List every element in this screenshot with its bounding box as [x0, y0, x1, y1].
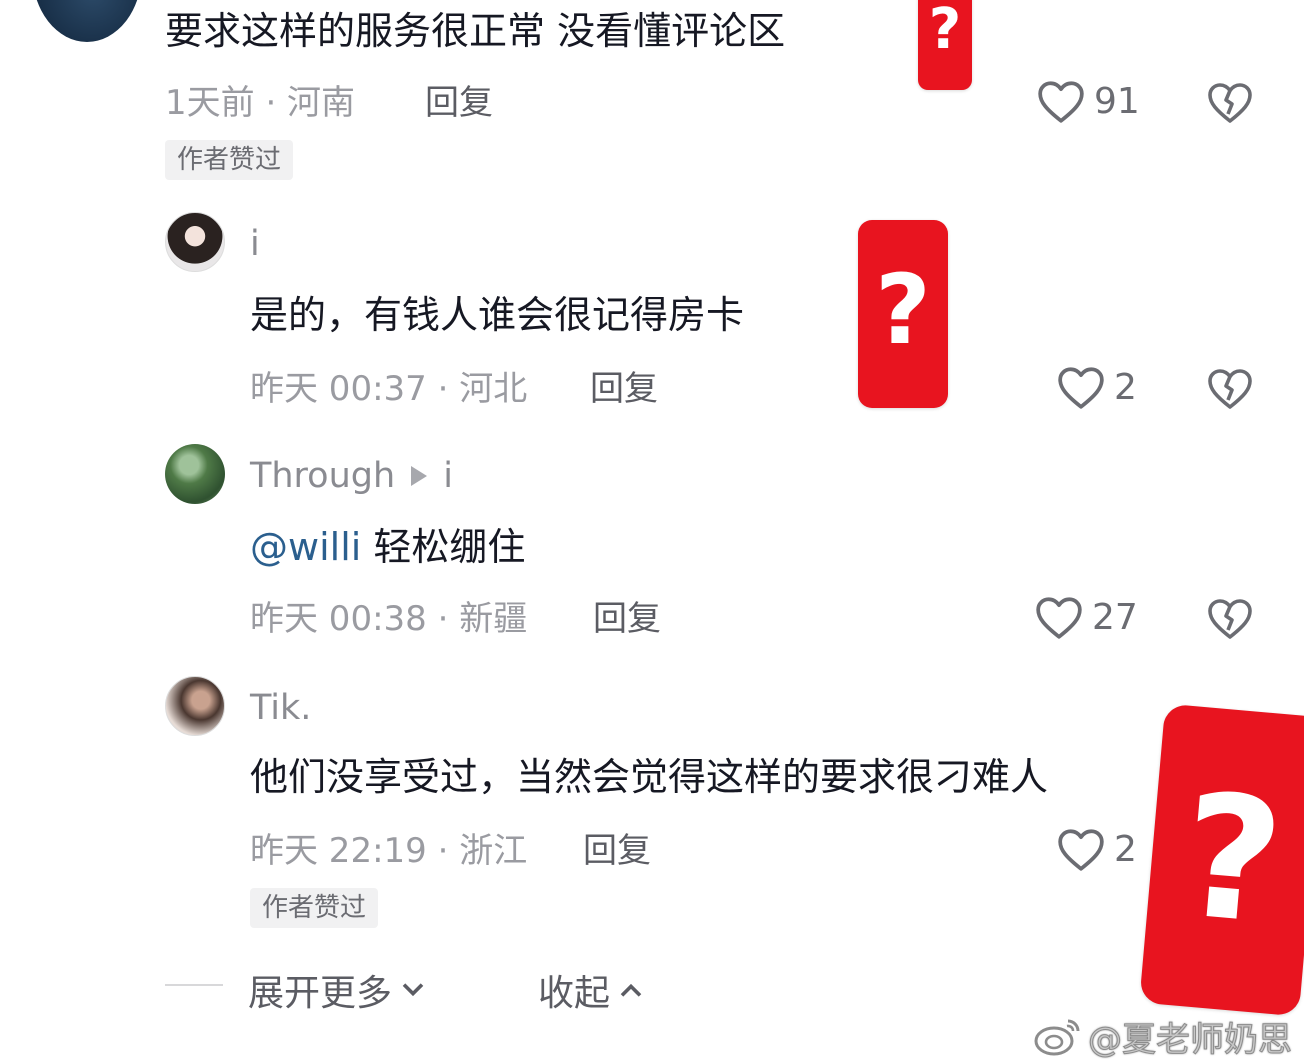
username[interactable]: Through — [250, 454, 395, 498]
heart-outline-icon — [1058, 829, 1104, 871]
dislike-button[interactable] — [1206, 80, 1254, 128]
like-button[interactable]: 91 — [1036, 78, 1140, 124]
like-count: 27 — [1092, 596, 1138, 638]
reply-button[interactable]: 回复 — [593, 598, 661, 640]
heart-outline-icon — [1036, 597, 1082, 639]
expand-more-button[interactable]: 展开更多 — [248, 964, 426, 1016]
dislike-button[interactable] — [1206, 596, 1254, 644]
question-mark-card: ? — [918, 0, 972, 90]
author-liked-badge: 作者赞过 — [165, 140, 294, 180]
question-mark-card: ? — [1139, 703, 1304, 1017]
comment-text: 他们没享受过，当然会觉得这样的要求很刁难人 — [250, 755, 1049, 799]
like-count: 91 — [1094, 80, 1140, 122]
like-count: 2 — [1114, 366, 1137, 408]
comment-meta: 昨天 00:38 · 新疆 — [250, 599, 528, 639]
avatar[interactable] — [165, 676, 225, 736]
like-button[interactable]: 2 — [1056, 364, 1137, 410]
avatar[interactable] — [32, 0, 142, 42]
comment-text: 是的，有钱人谁会很记得房卡 — [250, 293, 745, 337]
watermark-text: @夏老师奶思 — [1088, 1020, 1293, 1061]
broken-heart-icon — [1208, 599, 1252, 639]
author-liked-badge: 作者赞过 — [250, 888, 379, 928]
divider — [165, 984, 223, 986]
comment-meta: 昨天 00:37 · 河北 — [250, 369, 528, 409]
question-mark: ? — [875, 254, 931, 366]
comment-body: 轻松绷住 — [361, 525, 526, 569]
watermark: @夏老师奶思 — [1034, 1012, 1293, 1061]
reply-button[interactable]: 回复 — [425, 82, 493, 124]
reply-button[interactable]: 回复 — [583, 830, 651, 872]
weibo-logo-icon — [1034, 1019, 1080, 1055]
question-mark: ? — [1174, 757, 1290, 963]
question-mark: ? — [928, 0, 962, 62]
broken-heart-icon — [1208, 369, 1252, 409]
collapse-label: 收起 — [538, 973, 611, 1014]
heart-outline-icon — [1038, 81, 1084, 123]
comment-text: 要求这样的服务很正常 没看懂评论区 — [165, 9, 786, 53]
play-triangle-icon — [411, 466, 428, 486]
expand-more-label: 展开更多 — [248, 973, 393, 1014]
collapse-button[interactable]: 收起 — [538, 964, 644, 1016]
chevron-down-icon — [402, 983, 424, 997]
comment-meta: 昨天 22:19 · 浙江 — [250, 831, 528, 871]
username-row: Through i — [250, 454, 453, 498]
like-button[interactable]: 2 — [1056, 826, 1137, 872]
like-count: 2 — [1114, 828, 1137, 870]
broken-heart-icon — [1208, 83, 1252, 123]
comment-text: @willi 轻松绷住 — [250, 524, 525, 570]
dislike-button[interactable] — [1206, 366, 1254, 414]
heart-outline-icon — [1058, 367, 1104, 409]
question-mark-card: ? — [858, 220, 948, 408]
comment-meta: 1天前 · 河南 — [165, 83, 356, 123]
chevron-up-icon — [620, 983, 642, 997]
reply-to-username[interactable]: i — [443, 454, 453, 498]
username[interactable]: Tik. — [250, 686, 311, 730]
username[interactable]: i — [250, 222, 260, 266]
avatar[interactable] — [165, 212, 225, 272]
mention-link[interactable]: @willi — [250, 525, 361, 569]
like-button[interactable]: 27 — [1034, 594, 1138, 640]
avatar[interactable] — [165, 444, 225, 504]
reply-button[interactable]: 回复 — [590, 368, 658, 410]
